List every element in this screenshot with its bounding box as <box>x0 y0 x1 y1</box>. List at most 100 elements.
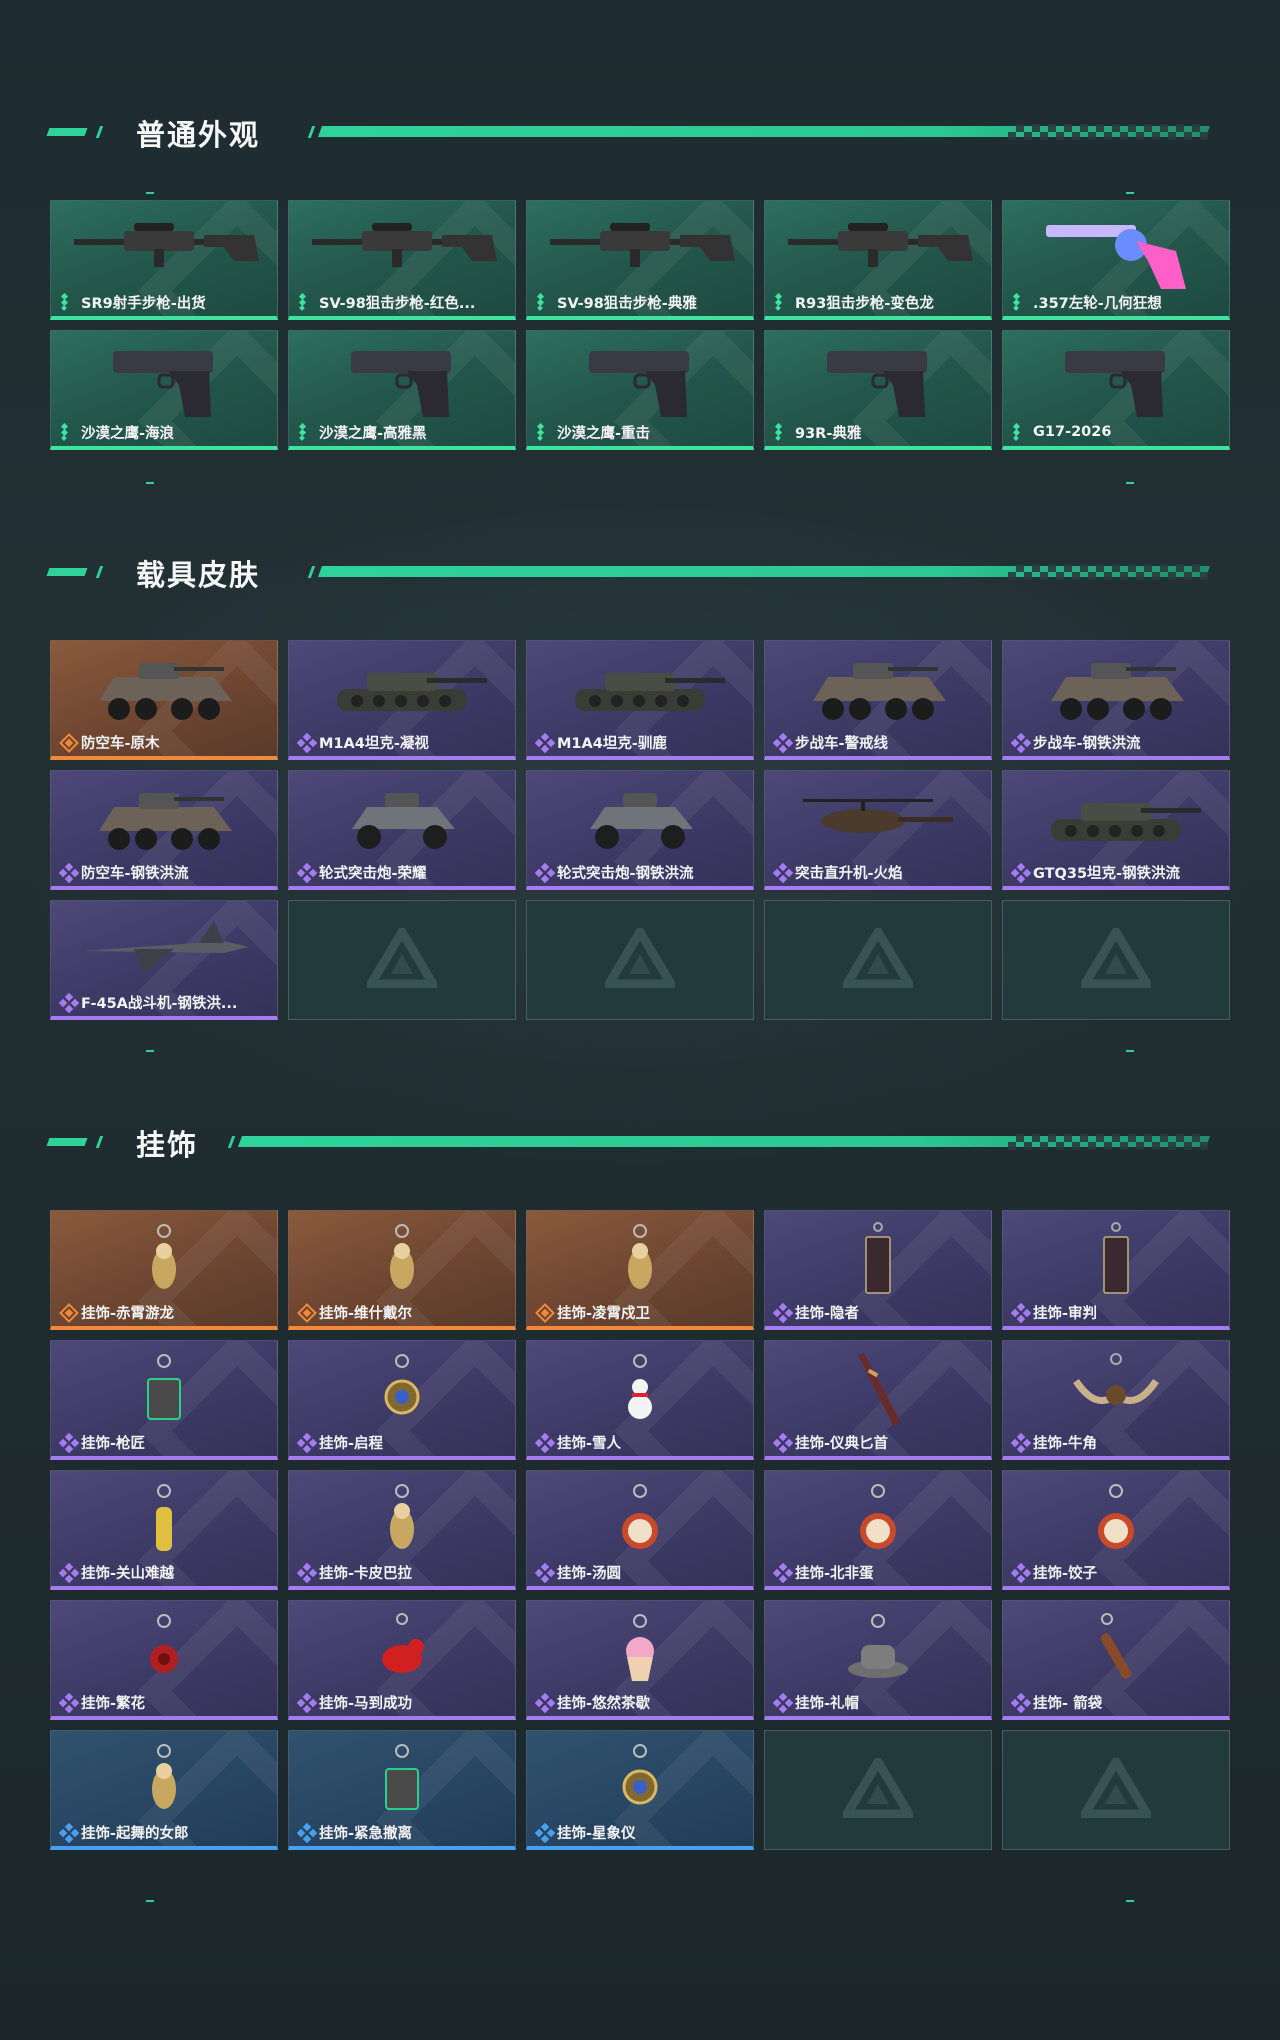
item-name: 挂饰-紧急撤离 <box>319 1825 413 1842</box>
empty-slot <box>1002 1730 1230 1850</box>
charm-hat-icon <box>843 1611 913 1695</box>
item-name: M1A4坦克-凝视 <box>319 735 429 752</box>
armored-vehicle-icon <box>84 781 244 865</box>
charm-card-icon <box>858 1221 898 1305</box>
charm-item-card[interactable]: 挂饰-赤霄游龙 <box>50 1210 278 1330</box>
vehicle-item-card[interactable]: M1A4坦克-凝视 <box>288 640 516 760</box>
weapon-item-card[interactable]: 沙漠之鹰-高雅黑 <box>288 330 516 450</box>
item-label: 轮式突击炮-荣耀 <box>296 861 427 884</box>
vehicle-item-card[interactable]: 防空车-钢铁洪流 <box>50 770 278 890</box>
charm-item-card[interactable]: 挂饰-审判 <box>1002 1210 1230 1330</box>
charm-item-card[interactable]: 挂饰-维什戴尔 <box>288 1210 516 1330</box>
vehicle-item-card[interactable]: 轮式突击炮-钢铁洪流 <box>526 770 754 890</box>
charm-bowl-icon <box>853 1481 903 1565</box>
weapon-item-card[interactable]: 沙漠之鹰-海浪 <box>50 330 278 450</box>
weapon-item-card[interactable]: 93R-典雅 <box>764 330 992 450</box>
header-line-tick <box>307 566 316 578</box>
weapon-item-card[interactable]: SR9射手步枪-出货 <box>50 200 278 320</box>
charm-horns-icon <box>1066 1351 1166 1425</box>
charm-item-card[interactable]: 挂饰-繁花 <box>50 1600 278 1720</box>
item-name: 挂饰-悠然茶歇 <box>557 1695 651 1712</box>
charm-item-card[interactable]: 挂饰-隐者 <box>764 1210 992 1330</box>
section-title: 普通外观 <box>136 118 261 152</box>
charm-item-card[interactable]: 挂饰-汤圆 <box>526 1470 754 1590</box>
vehicle-item-card[interactable]: 轮式突击炮-荣耀 <box>288 770 516 890</box>
charm-item-card[interactable]: 挂饰-星象仪 <box>526 1730 754 1850</box>
item-name: 挂饰-星象仪 <box>557 1825 636 1842</box>
charm-item-card[interactable]: 挂饰-牛角 <box>1002 1340 1230 1460</box>
charm-bowl-icon <box>615 1481 665 1565</box>
charm-item-card[interactable]: 挂饰-饺子 <box>1002 1470 1230 1590</box>
charm-item-card[interactable]: 挂饰- 箭袋 <box>1002 1600 1230 1720</box>
charm-item-card[interactable]: 挂饰-仪典匕首 <box>764 1340 992 1460</box>
header-line-tick <box>307 126 316 138</box>
vehicle-item-card[interactable]: M1A4坦克-驯鹿 <box>526 640 754 760</box>
header-accent-bar <box>46 1138 88 1146</box>
empty-slot <box>764 1730 992 1850</box>
weapon-item-card[interactable]: G17-2026 <box>1002 330 1230 450</box>
item-name: 挂饰-关山难越 <box>81 1565 175 1582</box>
rarity-purple-icon <box>296 1562 318 1584</box>
item-label: 挂饰-紧急撤离 <box>296 1821 413 1844</box>
item-label: 防空车-原木 <box>59 731 160 753</box>
item-name: 挂饰-雪人 <box>557 1435 622 1452</box>
item-label: 挂饰-牛角 <box>1010 1431 1098 1454</box>
charm-item-card[interactable]: 挂饰-卡皮巴拉 <box>288 1470 516 1590</box>
item-label: 挂饰-北非蛋 <box>772 1561 874 1584</box>
item-name: 挂饰-牛角 <box>1033 1435 1098 1452</box>
weapon-item-card[interactable]: SV-98狙击步枪-红色... <box>288 200 516 320</box>
item-name: 挂饰-凌霄戍卫 <box>557 1305 651 1322</box>
charm-item-card[interactable]: 挂饰-枪匠 <box>50 1340 278 1460</box>
sniper-rifle-icon <box>64 211 264 285</box>
item-name: 挂饰-仪典匕首 <box>795 1435 889 1452</box>
item-name: 挂饰-北非蛋 <box>795 1565 874 1582</box>
item-label: 挂饰-仪典匕首 <box>772 1431 889 1454</box>
item-label: 挂饰-雪人 <box>534 1431 622 1454</box>
rarity-gold-icon <box>297 1303 317 1323</box>
item-name: 沙漠之鹰-海浪 <box>81 425 175 442</box>
rarity-purple-icon <box>772 1432 794 1454</box>
item-name: G17-2026 <box>1033 424 1112 440</box>
item-label: F-45A战斗机-钢铁洪... <box>58 991 237 1014</box>
header-accent-tick <box>95 566 104 578</box>
charm-item-card[interactable]: 挂饰-马到成功 <box>288 1600 516 1720</box>
header-accent-tick <box>95 126 104 138</box>
charm-item-card[interactable]: 挂饰-紧急撤离 <box>288 1730 516 1850</box>
rarity-green-icon <box>1011 422 1029 441</box>
pistol-icon <box>813 341 943 425</box>
weapon-item-card[interactable]: .357左轮-几何狂想 <box>1002 200 1230 320</box>
rarity-purple-icon <box>534 862 556 884</box>
weapon-item-card[interactable]: R93狙击步枪-变色龙 <box>764 200 992 320</box>
vehicle-item-card[interactable]: 步战车-警戒线 <box>764 640 992 760</box>
rarity-purple-icon <box>296 732 318 754</box>
header-checker-pattern <box>1008 1134 1208 1150</box>
charm-item-card[interactable]: 挂饰-北非蛋 <box>764 1470 992 1590</box>
item-name: 挂饰-卡皮巴拉 <box>319 1565 413 1582</box>
placeholder-logo-icon <box>1077 923 1155 992</box>
charm-grid: 挂饰-赤霄游龙 挂饰-维什戴尔 挂饰-凌霄戍卫 挂饰-隐者 挂饰-审判挂饰-枪匠 挂饰-启… <box>50 1210 1230 1850</box>
item-label: 步战车-警戒线 <box>772 731 889 754</box>
rarity-purple-icon <box>534 732 556 754</box>
item-name: 步战车-警戒线 <box>795 735 889 752</box>
charm-item-card[interactable]: 挂饰-礼帽 <box>764 1600 992 1720</box>
vehicle-item-card[interactable]: F-45A战斗机-钢铁洪... <box>50 900 278 1020</box>
charm-item-card[interactable]: 挂饰-关山难越 <box>50 1470 278 1590</box>
charm-item-card[interactable]: 挂饰-凌霄戍卫 <box>526 1210 754 1330</box>
weapon-item-card[interactable]: 沙漠之鹰-重击 <box>526 330 754 450</box>
vehicle-item-card[interactable]: 突击直升机-火焰 <box>764 770 992 890</box>
vehicle-item-card[interactable]: 步战车-钢铁洪流 <box>1002 640 1230 760</box>
item-label: 挂饰-凌霄戍卫 <box>535 1301 650 1323</box>
vehicle-item-card[interactable]: 防空车-原木 <box>50 640 278 760</box>
item-name: 挂饰-赤霄游龙 <box>81 1305 175 1322</box>
item-name: 沙漠之鹰-重击 <box>557 425 651 442</box>
charm-item-card[interactable]: 挂饰-启程 <box>288 1340 516 1460</box>
charm-item-card[interactable]: 挂饰-雪人 <box>526 1340 754 1460</box>
section-title: 载具皮肤 <box>136 558 261 592</box>
vehicle-item-card[interactable]: GTQ35坦克-钢铁洪流 <box>1002 770 1230 890</box>
weapon-item-card[interactable]: SV-98狙击步枪-典雅 <box>526 200 754 320</box>
item-name: 轮式突击炮-荣耀 <box>319 865 427 882</box>
charm-item-card[interactable]: 挂饰-起舞的女郎 <box>50 1730 278 1850</box>
charm-dagger-icon <box>848 1351 908 1435</box>
charm-item-card[interactable]: 挂饰-悠然茶歇 <box>526 1600 754 1720</box>
rarity-purple-icon <box>296 1432 318 1454</box>
